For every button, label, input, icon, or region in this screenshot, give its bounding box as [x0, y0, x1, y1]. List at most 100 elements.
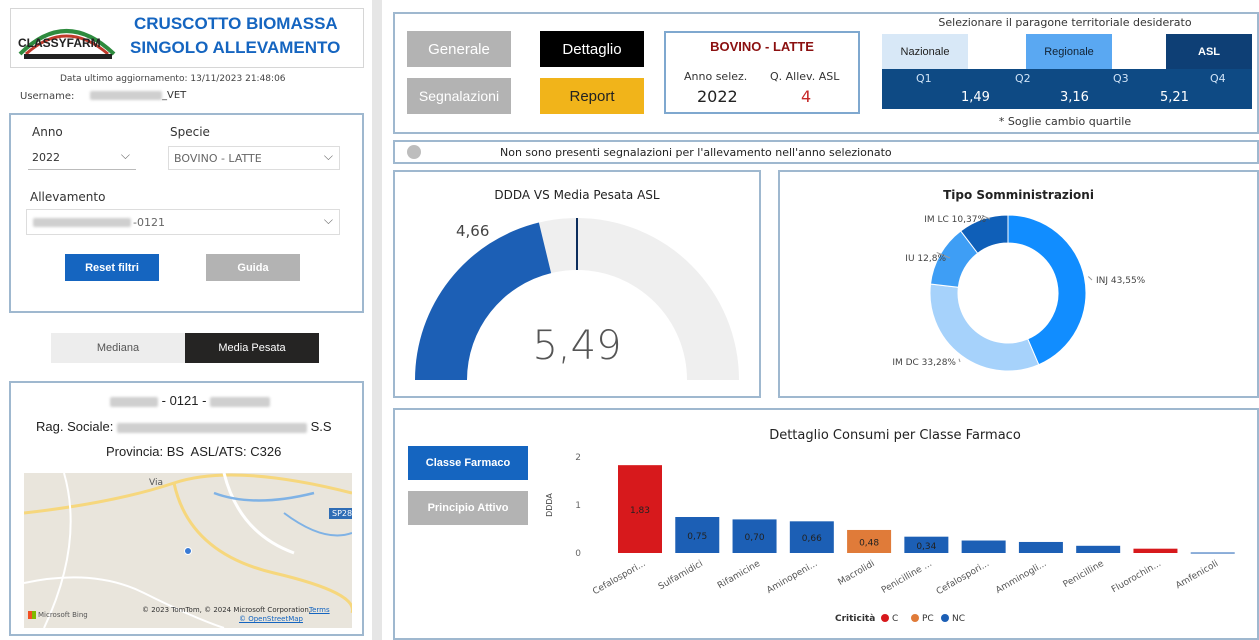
anno-value: 2022 [32, 151, 60, 164]
qallev-value: 4 [801, 87, 812, 106]
bar [1076, 545, 1121, 553]
sidebar-divider [372, 0, 382, 640]
q1-label: Q1 [916, 72, 932, 85]
specie-label: Specie [170, 125, 210, 139]
regionale-button[interactable]: Regionale [1026, 34, 1112, 69]
page-title-line1: CRUSCOTTO BIOMASSA [134, 14, 338, 33]
x-tick-label: Penicilline [1062, 559, 1106, 590]
bar-value-label: 1,83 [630, 506, 650, 516]
allevamento-label: Allevamento [30, 190, 106, 204]
bar-value-label: 0,66 [802, 534, 822, 544]
username-value: _VET [90, 90, 186, 101]
anno-selez-value: 2022 [697, 87, 738, 106]
gauge-center-value: 5,49 [532, 323, 622, 369]
farm-code-middle: - 0121 - [161, 393, 207, 408]
nazionale-button[interactable]: Nazionale [882, 34, 968, 69]
farm-code: - 0121 - [110, 393, 271, 408]
bar-value-label: 0,75 [687, 532, 707, 542]
map-town-label: Via [149, 478, 163, 488]
qallev-label: Q. Allev. ASL [770, 70, 840, 83]
quartile-note: * Soglie cambio quartile [998, 115, 1132, 128]
reset-filters-button[interactable]: Reset filtri [65, 254, 159, 281]
legend-title: Criticità [835, 614, 875, 624]
chevron-down-icon: ⌵ [120, 148, 130, 162]
map-copyright: © 2023 TomTom, © 2024 Microsoft Corporat… [142, 606, 312, 614]
provincia-text: Provincia: BS ASL/ATS: C326 [106, 444, 282, 459]
y-axis-label: DDDA [545, 493, 554, 517]
bar [1133, 548, 1178, 553]
territorial-title: Selezionare il paragone territoriale des… [938, 16, 1192, 29]
q4-label: Q4 [1210, 72, 1226, 85]
logo-text: CLASSYFARM [18, 36, 101, 50]
threshold-1: 1,49 [961, 90, 990, 105]
guida-button[interactable]: Guida [206, 254, 300, 281]
media-pesata-toggle[interactable]: Media Pesata [185, 333, 319, 363]
x-tick-label: Cefalospori... [935, 559, 991, 597]
alert-status-icon [407, 145, 421, 159]
bar-chart-title: Dettaglio Consumi per Classe Farmaco [769, 428, 1021, 443]
donut-title: Tipo Somministrazioni [943, 188, 1094, 202]
x-tick-label: Aminopeni... [765, 559, 819, 596]
dettaglio-button[interactable]: Dettaglio [540, 31, 644, 67]
summary-species: BOVINO - LATTE [710, 39, 814, 54]
gauge-value-label: 4,66 [456, 222, 490, 240]
segnalazioni-button[interactable]: Segnalazioni [407, 78, 511, 114]
generale-button[interactable]: Generale [407, 31, 511, 67]
map-location-pin-icon [184, 547, 192, 555]
x-tick-label: Cefalospori... [591, 559, 647, 597]
page-title-line2: SINGOLO ALLEVAMENTO [130, 38, 341, 57]
map-bing-label: Microsoft Bing [38, 611, 88, 619]
bar-value-label: 0,48 [859, 538, 879, 548]
chevron-down-icon: ⌵ [323, 149, 333, 163]
bar [1018, 541, 1063, 553]
username-label: Username: [20, 91, 75, 102]
donut-slice-label: IM LC 10,37% [924, 215, 986, 225]
bar [1190, 552, 1235, 554]
legend-label: C [892, 614, 898, 624]
x-tick-label: Amminogli... [994, 559, 1048, 596]
x-tick-label: Rifamicine [716, 559, 762, 592]
q3-label: Q3 [1113, 72, 1129, 85]
threshold-3: 5,21 [1160, 90, 1189, 105]
x-tick-label: Sulfamidici [657, 559, 705, 592]
donut-slice-label: IM DC 33,28% [892, 358, 956, 368]
anno-label: Anno [32, 125, 63, 139]
donut-leader-line [958, 358, 961, 363]
principio-attivo-button[interactable]: Principio Attivo [408, 491, 528, 525]
map-osm-link[interactable]: © OpenStreetMap [239, 615, 303, 623]
specie-dropdown[interactable]: BOVINO - LATTE ⌵ [168, 146, 340, 170]
asl-button[interactable]: ASL [1166, 34, 1252, 69]
legend-label: NC [952, 614, 965, 624]
anno-dropdown[interactable]: 2022 ⌵ [28, 146, 136, 170]
x-tick-label: Penicilline ... [880, 559, 934, 596]
legend-marker [941, 614, 949, 622]
map-view[interactable]: Via SP28 Microsoft Bing © 2023 TomTom, ©… [24, 473, 352, 628]
gauge-title: DDDA VS Media Pesata ASL [494, 188, 660, 202]
bar [961, 540, 1006, 553]
last-update-text: Data ultimo aggiornamento: 13/11/2023 21… [60, 74, 286, 84]
donut-chart: INJ 43,55% IM DC 33,28% IU 12,8% IM LC 10,3… [892, 214, 1146, 372]
classyfarm-logo: CLASSYFARM [14, 14, 119, 64]
map-terms-link[interactable]: Terms [309, 606, 330, 614]
legend-marker [881, 614, 889, 622]
report-button[interactable]: Report [540, 78, 644, 114]
y-tick-label: 0 [575, 549, 581, 559]
allevamento-value: -0121 [133, 216, 165, 229]
x-tick-label: Fluorochin... [1110, 559, 1163, 595]
threshold-2: 3,16 [1060, 90, 1089, 105]
rag-sociale-suffix: S.S [310, 419, 332, 434]
classe-farmaco-button[interactable]: Classe Farmaco [408, 446, 528, 480]
alert-text: Non sono presenti segnalazioni per l'all… [500, 146, 892, 159]
specie-value: BOVINO - LATTE [174, 152, 262, 165]
donut-slice-label: INJ 43,55% [1096, 276, 1146, 286]
donut-leader-line [1087, 276, 1093, 281]
rag-sociale: Rag. Sociale: S.S [36, 419, 332, 434]
legend-label: PC [922, 614, 934, 624]
bing-logo-icon [28, 611, 36, 619]
legend-marker [911, 614, 919, 622]
allevamento-dropdown[interactable]: -0121 ⌵ [26, 209, 340, 235]
bar-chart: 0 1 2 DDDA 1,83 Cefalospori... 0,75 Sulfamidici… [545, 453, 1235, 624]
donut-slice-label: IU 12,8% [905, 254, 946, 264]
bar-value-label: 0,70 [745, 533, 765, 543]
mediana-toggle[interactable]: Mediana [51, 333, 185, 363]
